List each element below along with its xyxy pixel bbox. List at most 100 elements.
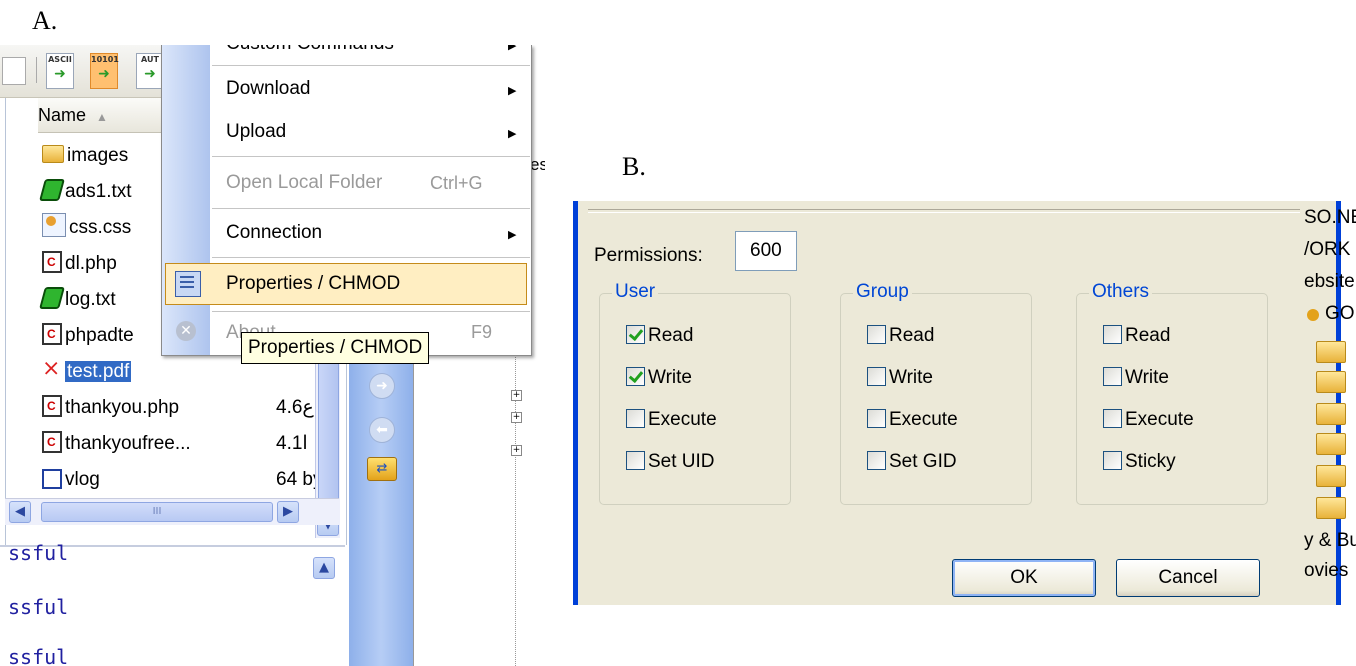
sort-ascending-icon: ▲ — [96, 110, 108, 124]
group-setgid-checkbox[interactable]: Set GID — [867, 450, 957, 474]
checkbox-icon[interactable] — [867, 325, 886, 344]
scroll-right-icon[interactable]: ▶ — [277, 501, 299, 523]
ascii-mode-icon[interactable]: ASCII ➜ — [46, 53, 74, 89]
others-sticky-checkbox[interactable]: Sticky — [1103, 450, 1176, 474]
file-name: images — [67, 145, 129, 166]
checkbox-label: Read — [1125, 325, 1171, 346]
expand-icon[interactable]: + — [511, 412, 522, 423]
log-line: ssful — [8, 541, 69, 565]
file-row[interactable]: images — [42, 141, 128, 171]
scroll-up-icon[interactable]: ▲ — [313, 557, 335, 579]
groupbox-title: Others — [1089, 281, 1153, 303]
menu-item-label: Download — [226, 78, 311, 99]
file-name: phpadte — [65, 325, 134, 346]
php-file-icon — [42, 319, 62, 349]
background-text: y & Bu — [1304, 530, 1356, 551]
menu-item-properties-chmod[interactable]: Properties / CHMOD — [226, 273, 400, 295]
arrow-right-icon: ➜ — [54, 66, 66, 82]
about-icon: ✕ — [176, 321, 196, 341]
others-execute-checkbox[interactable]: Execute — [1103, 408, 1194, 432]
file-size: 4.1ا — [276, 433, 308, 454]
binary-mode-icon[interactable]: 10101 ➜ — [90, 53, 119, 89]
checkbox-label: Execute — [1125, 409, 1194, 430]
properties-icon — [175, 271, 201, 297]
name-column-label: Name — [38, 105, 87, 125]
menu-item-download[interactable]: Download — [226, 78, 311, 100]
file-row[interactable]: vlog — [42, 465, 100, 495]
message-log: ssful ssful ssful ▲ — [0, 541, 345, 666]
page-icon[interactable] — [2, 57, 26, 85]
ok-button[interactable]: OK — [952, 559, 1096, 597]
sync-icon[interactable]: ⇄ — [367, 457, 397, 481]
checkbox-label: Read — [889, 325, 935, 346]
expand-icon[interactable]: + — [511, 390, 522, 401]
checkbox-checked-icon[interactable] — [626, 367, 645, 386]
checkbox-icon[interactable] — [867, 451, 886, 470]
checkbox-label: Read — [648, 325, 694, 346]
file-row[interactable]: phpadte — [42, 319, 134, 351]
menu-shortcut: Ctrl+G — [430, 173, 483, 193]
permissions-input[interactable]: 600 — [735, 231, 797, 271]
file-row[interactable]: css.css — [42, 213, 131, 243]
menu-item-open-local-folder[interactable]: Open Local Folder — [226, 172, 382, 194]
user-write-checkbox[interactable]: Write — [626, 366, 692, 390]
menu-separator — [212, 156, 530, 157]
checkbox-icon[interactable] — [1103, 325, 1122, 344]
checkbox-icon[interactable] — [867, 367, 886, 386]
file-row[interactable]: thankyoufree... — [42, 427, 191, 459]
folder-icon — [1316, 341, 1346, 363]
background-text: ebsite — [1304, 271, 1355, 292]
folder-icon — [1316, 433, 1346, 455]
checkbox-icon[interactable] — [1103, 367, 1122, 386]
checkbox-icon[interactable] — [1103, 409, 1122, 428]
submenu-arrow-icon: ▶ — [508, 45, 517, 52]
user-setuid-checkbox[interactable]: Set UID — [626, 450, 715, 474]
menu-separator — [212, 65, 530, 66]
expand-icon[interactable]: + — [511, 445, 522, 456]
scroll-left-icon[interactable]: ◀ — [9, 501, 31, 523]
cancel-button[interactable]: Cancel — [1116, 559, 1260, 597]
text-file-icon — [39, 287, 65, 309]
arrow-right-icon: ➜ — [144, 66, 156, 82]
file-row[interactable]: dl.php — [42, 247, 117, 279]
menu-item-connection[interactable]: Connection — [226, 222, 322, 244]
arrow-right-icon: ➜ — [98, 66, 110, 82]
file-row[interactable]: ads1.txt — [39, 177, 132, 207]
file-row-selected[interactable]: test.pdf — [42, 353, 132, 387]
auto-mode-label: AUT — [141, 55, 159, 64]
horizontal-scrollbar[interactable]: ◀ III ▶ — [5, 498, 339, 525]
checkbox-icon[interactable] — [626, 409, 645, 428]
chmod-dialog-screenshot: Permissions: 600 User Read Write Execute… — [543, 187, 1356, 605]
checkbox-icon[interactable] — [867, 409, 886, 428]
menu-icon-gutter — [162, 45, 210, 355]
scrollbar-thumb[interactable]: III — [41, 502, 273, 522]
groupbox-title: User — [612, 281, 659, 303]
checkbox-checked-icon[interactable] — [626, 325, 645, 344]
arrow-left-icon[interactable]: ⬅ — [369, 417, 395, 443]
others-write-checkbox[interactable]: Write — [1103, 366, 1169, 390]
checkbox-icon[interactable] — [626, 451, 645, 470]
background-text: ovies — [1304, 560, 1349, 581]
user-read-checkbox[interactable]: Read — [626, 324, 693, 348]
checkbox-icon[interactable] — [1103, 451, 1122, 470]
file-row[interactable]: thankyou.php — [42, 391, 179, 423]
folder-icon — [1316, 371, 1346, 393]
others-read-checkbox[interactable]: Read — [1103, 324, 1170, 348]
group-execute-checkbox[interactable]: Execute — [867, 408, 958, 432]
user-execute-checkbox[interactable]: Execute — [626, 408, 717, 432]
file-row[interactable]: log.txt — [39, 285, 116, 315]
menu-item-custom-commands[interactable]: Custom Commands — [226, 45, 394, 55]
group-read-checkbox[interactable]: Read — [867, 324, 934, 348]
context-menu: Custom Commands ▶ Download ▶ Upload ▶ Op… — [161, 45, 532, 364]
group-write-checkbox[interactable]: Write — [867, 366, 933, 390]
tooltip: Properties / CHMOD — [241, 332, 430, 364]
arrow-right-icon[interactable]: ➜ — [369, 373, 395, 399]
menu-shortcut: F9 — [471, 322, 493, 342]
menu-item-upload[interactable]: Upload — [226, 121, 286, 143]
permissions-label: Permissions: — [594, 245, 703, 266]
auto-mode-icon[interactable]: AUT ➜ — [136, 53, 164, 89]
menu-separator — [212, 208, 530, 209]
group-groupbox: Group Read Write Execute Set GID — [840, 281, 1032, 505]
checkbox-label: Execute — [889, 409, 958, 430]
log-line: ssful — [8, 645, 69, 666]
